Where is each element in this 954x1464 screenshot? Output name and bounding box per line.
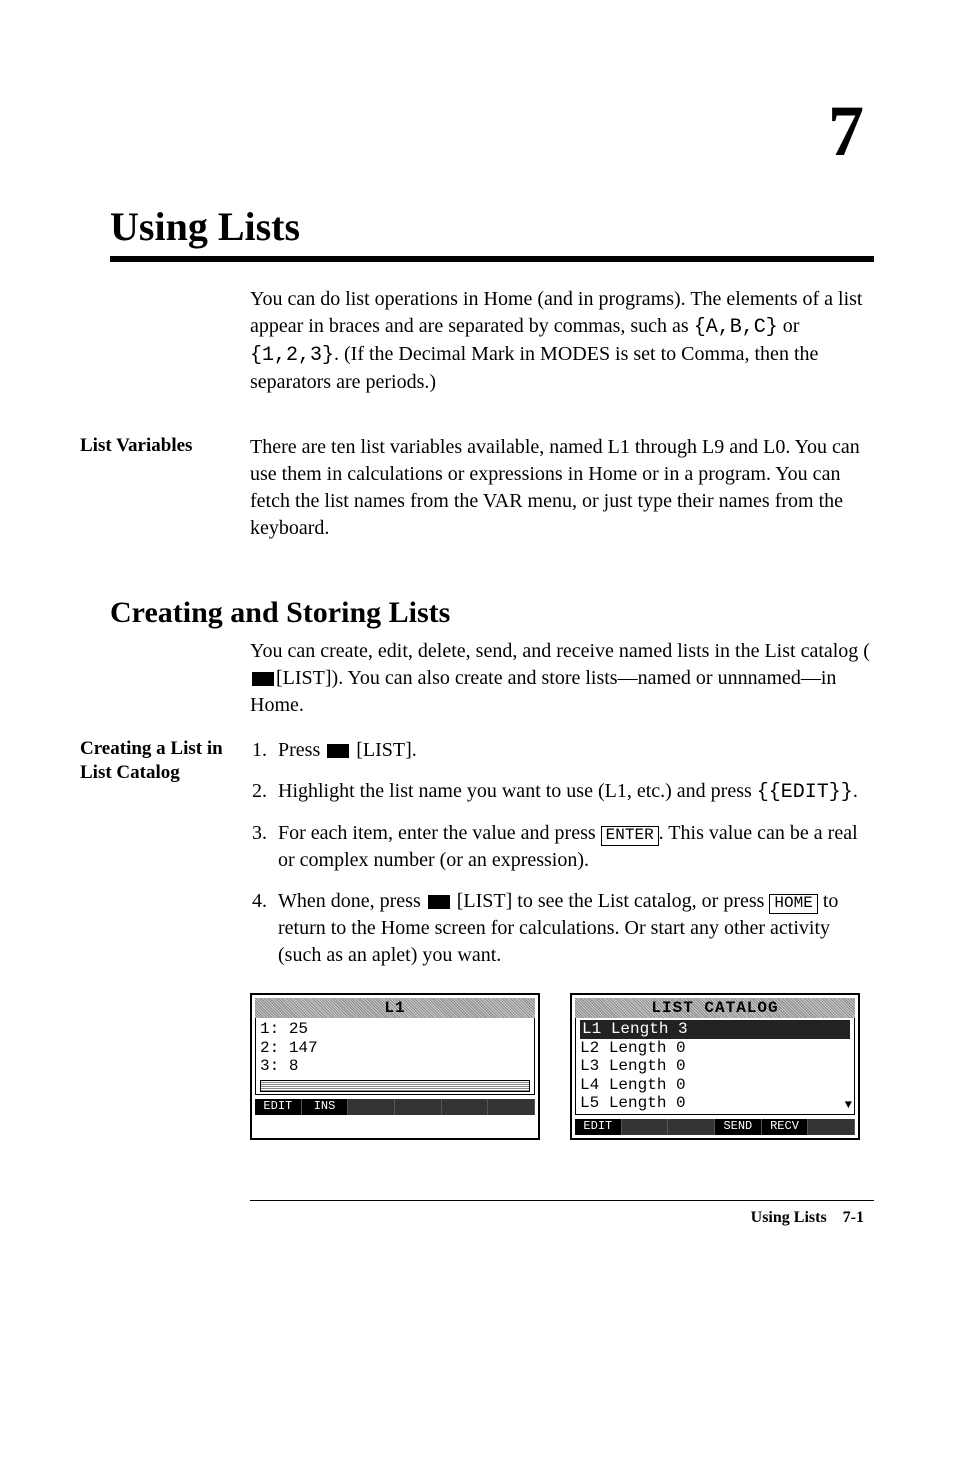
step-4: When done, press [LIST] to see the List … [272, 888, 874, 969]
intro-text-b: or [778, 315, 800, 337]
footer-label: Using Lists [751, 1209, 827, 1226]
l1-row-3: 3: 8 [260, 1057, 530, 1075]
scroll-down-icon[interactable]: ▼ [845, 1099, 852, 1113]
step4-b: [LIST] to see the List catalog, or press [452, 890, 770, 912]
softkey-send[interactable]: SEND [715, 1119, 762, 1135]
intro-text-c: . (If the Decimal Mark in MODES is set t… [250, 343, 818, 393]
calculator-screen-list-catalog: LIST CATALOG L1 Length 3 L2 Length 0 L3 … [570, 993, 860, 1140]
footer-rule [250, 1200, 874, 1201]
shift-key-icon [252, 672, 274, 686]
catalog-row-l5: L5 Length 0 [580, 1094, 850, 1112]
step2-code: {{EDIT}} [757, 781, 853, 804]
step4-a: When done, press [278, 890, 426, 912]
step3-a: For each item, enter the value and press [278, 822, 601, 844]
softkey-edit[interactable]: EDIT [255, 1099, 302, 1115]
creating-intro: You can create, edit, delete, send, and … [250, 638, 874, 719]
creating-intro-b: ). You can also create and store lists—n… [250, 667, 836, 716]
shift-key-icon [428, 895, 450, 909]
softkey-blank [395, 1099, 442, 1115]
softkey-ins[interactable]: INS [302, 1099, 349, 1115]
step-2: Highlight the list name you want to use … [272, 778, 874, 806]
sidehead-list-variables: List Variables [80, 434, 250, 556]
step2-b: . [853, 780, 858, 802]
softkey-recv[interactable]: RECV [762, 1119, 809, 1135]
creating-intro-a: You can create, edit, delete, send, and … [250, 640, 870, 662]
catalog-row-l1: L1 Length 3 [580, 1020, 850, 1038]
intro-paragraph: You can do list operations in Home (and … [250, 286, 874, 396]
section-subtitle: Creating and Storing Lists [110, 596, 874, 630]
calculator-screen-l1-editor: L1 1: 25 2: 147 3: 8 EDIT INS [250, 993, 540, 1140]
list-variables-text: There are ten list variables available, … [250, 434, 874, 542]
softkey-edit[interactable]: EDIT [575, 1119, 622, 1135]
shift-key-icon [327, 744, 349, 758]
screen-left-title: L1 [255, 998, 535, 1018]
footer-page: 7-1 [843, 1209, 864, 1226]
creating-intro-list: [LIST] [276, 667, 332, 689]
sidehead-creating-list: Creating a List in List Catalog [80, 737, 250, 983]
softkey-blank [442, 1099, 489, 1115]
softkey-blank [622, 1119, 669, 1135]
l1-row-2: 2: 147 [260, 1039, 530, 1057]
step2-a: Highlight the list name you want to use … [278, 780, 757, 802]
page-footer: Using Lists 7-1 [80, 1209, 874, 1227]
catalog-row-l3: L3 Length 0 [580, 1057, 850, 1075]
softkey-blank [488, 1099, 535, 1115]
catalog-row-l2: L2 Length 0 [580, 1039, 850, 1057]
softkey-blank [808, 1119, 855, 1135]
home-key: HOME [769, 894, 817, 914]
step1-a: Press [278, 739, 325, 761]
softkeys-left: EDIT INS [255, 1099, 535, 1115]
chapter-number: 7 [80, 90, 864, 173]
step1-b: [LIST]. [351, 739, 417, 761]
softkey-blank [668, 1119, 715, 1135]
intro-code-2: {1,2,3} [250, 344, 334, 367]
intro-code-1: {A,B,C} [694, 316, 778, 339]
page-title: Using Lists [110, 203, 874, 262]
catalog-row-l4: L4 Length 0 [580, 1076, 850, 1094]
step-3: For each item, enter the value and press… [272, 820, 874, 874]
softkey-blank [348, 1099, 395, 1115]
enter-key: ENTER [601, 826, 659, 846]
input-line [260, 1080, 530, 1092]
l1-row-1: 1: 25 [260, 1020, 530, 1038]
screen-right-title: LIST CATALOG [575, 998, 855, 1018]
softkeys-right: EDIT SEND RECV [575, 1119, 855, 1135]
step-1: Press [LIST]. [272, 737, 874, 764]
